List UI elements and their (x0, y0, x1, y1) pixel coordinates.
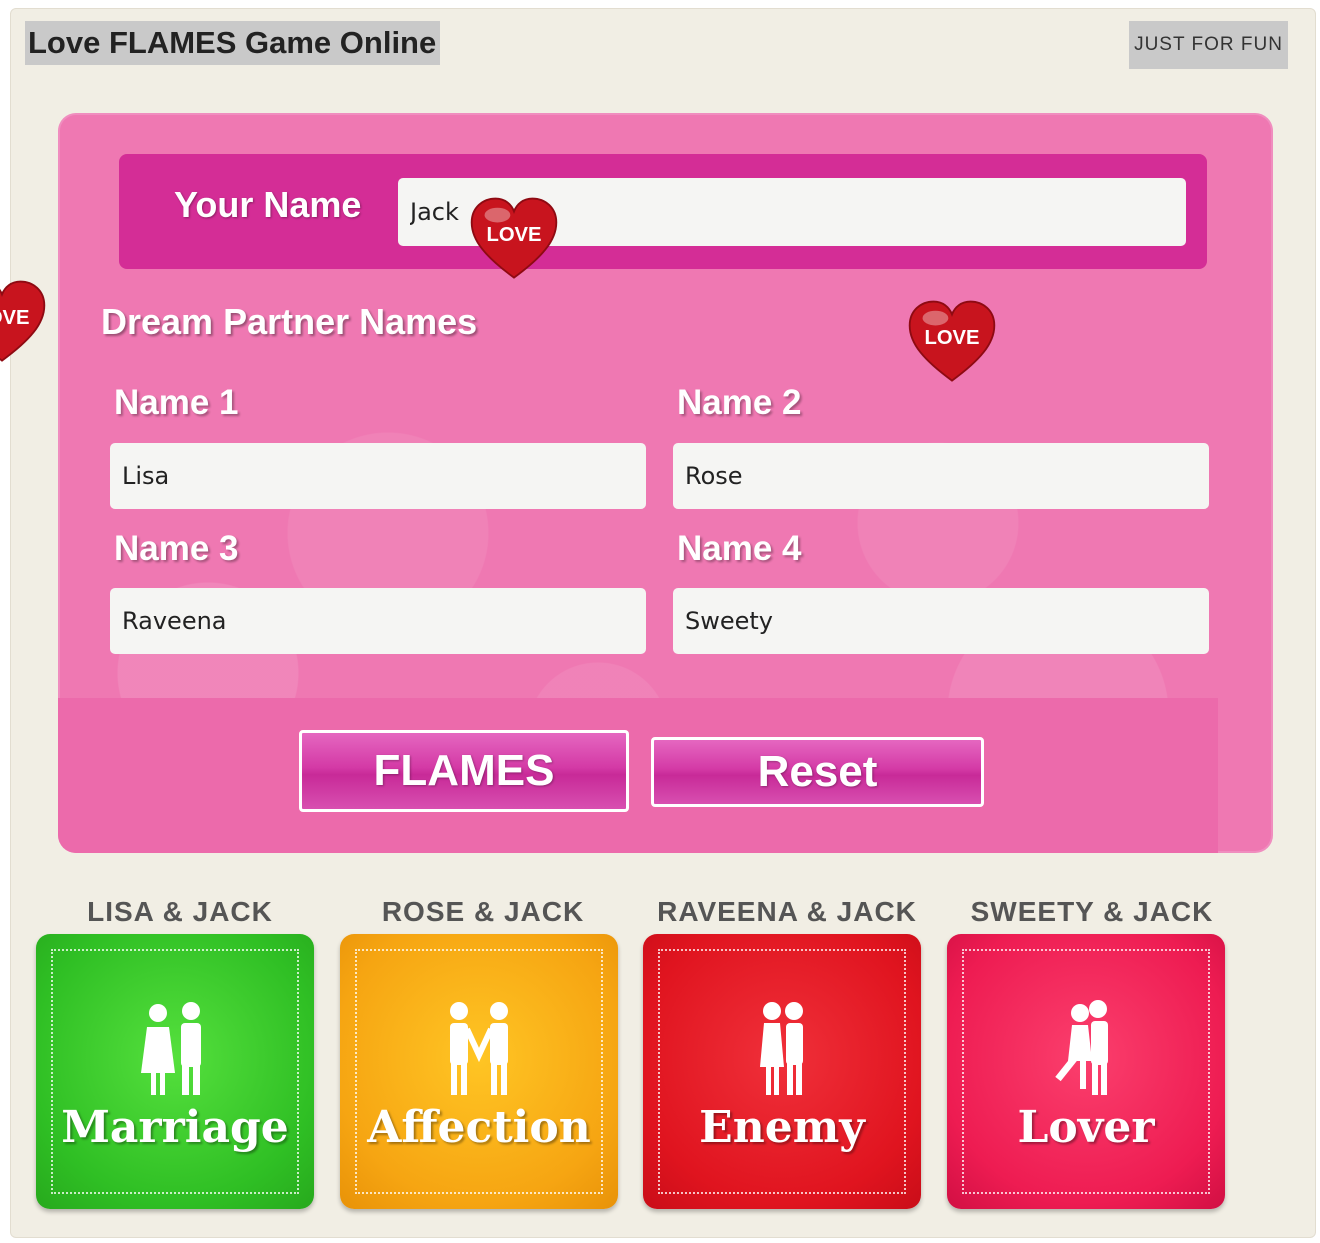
result-pair-label: ROSE & JACK (381, 896, 585, 927)
result-word: Lover (1017, 1102, 1155, 1153)
couple-back-to-back-icon (760, 1002, 803, 1095)
name-3-label: Name 3 (114, 529, 239, 568)
page-title: Love FLAMES Game Online (25, 21, 441, 65)
heart-love-text: LOVE (486, 224, 541, 246)
your-name-bar: Your Name (119, 154, 1207, 269)
result-pair-label: LISA & JACK (87, 896, 273, 927)
result-pair-label: SWEETY & JACK (970, 896, 1214, 927)
result-word: Marriage (61, 1102, 289, 1153)
result-word: Enemy (699, 1102, 865, 1153)
name-4-input[interactable] (673, 588, 1209, 654)
flames-button[interactable]: FLAMES (299, 730, 629, 812)
name-4-label: Name 4 (677, 529, 802, 568)
love-heart-icon: LOVE (0, 276, 48, 368)
couple-marriage-icon (141, 1002, 201, 1095)
heart-love-text: LOVE (924, 327, 979, 349)
name-3-input[interactable] (110, 588, 646, 654)
name-1-input[interactable] (110, 443, 646, 509)
result-card-lover: Lover (947, 934, 1225, 1209)
name-1-label: Name 1 (114, 383, 239, 422)
reset-button[interactable]: Reset (651, 737, 984, 807)
flames-form-panel: Your Name Dream Partner Names Name 1 Nam… (58, 113, 1273, 853)
dream-partner-heading: Dream Partner Names (101, 301, 478, 342)
name-2-input[interactable] (673, 443, 1209, 509)
just-for-fun-badge: JUST FOR FUN (1129, 21, 1288, 69)
result-card-enemy: Enemy (643, 934, 921, 1209)
name-2-label: Name 2 (677, 383, 802, 422)
result-card-affection: Affection (340, 934, 618, 1209)
result-pair-label: RAVEENA & JACK (657, 896, 917, 927)
love-heart-icon: LOVE (906, 296, 998, 388)
button-band (58, 698, 1218, 853)
love-heart-icon: LOVE (468, 193, 560, 285)
your-name-label: Your Name (174, 184, 362, 225)
couple-kissing-icon (1055, 1000, 1108, 1095)
couple-holding-hands-icon (450, 1002, 508, 1095)
result-card-marriage: Marriage (36, 934, 314, 1209)
heart-love-text: LOVE (0, 307, 30, 329)
result-word: Affection (367, 1102, 591, 1153)
